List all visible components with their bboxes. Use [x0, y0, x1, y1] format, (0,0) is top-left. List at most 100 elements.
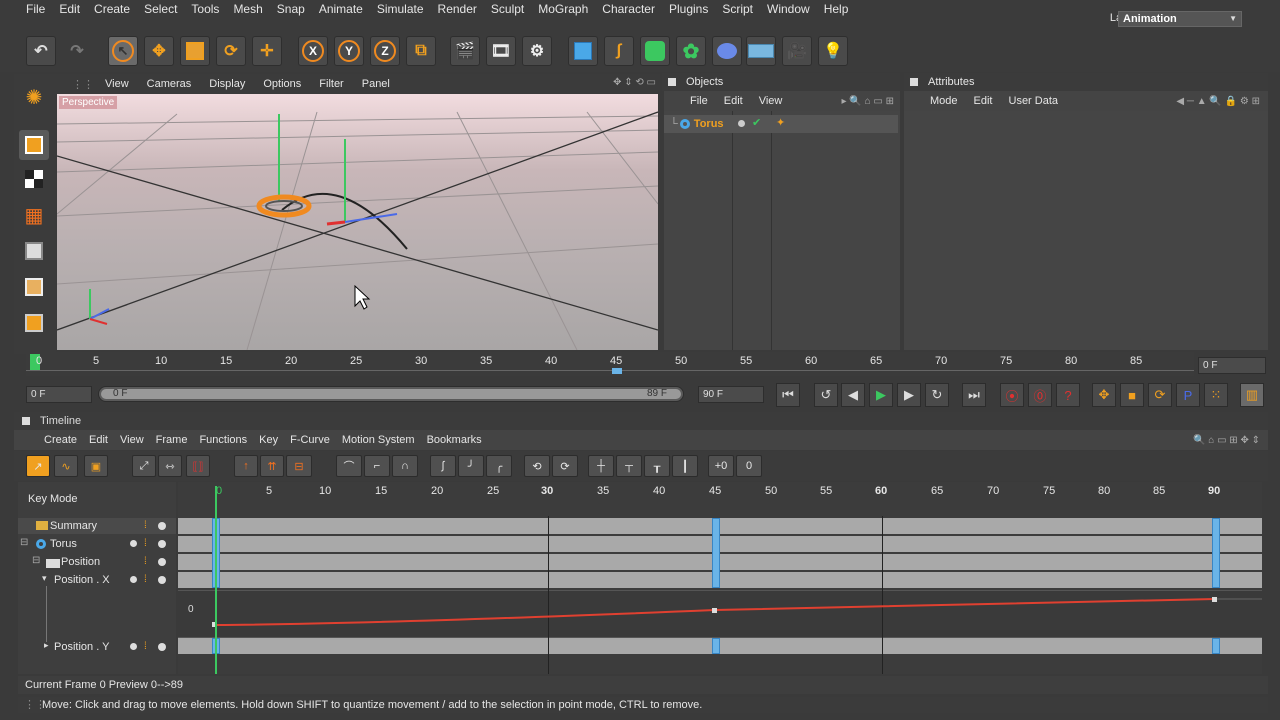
menu-animate[interactable]: Animate	[312, 0, 370, 28]
collapse-icon[interactable]: ⊟	[20, 537, 28, 548]
tl-menu-view[interactable]: View	[114, 430, 150, 450]
attr-menu-mode[interactable]: Mode	[922, 91, 966, 111]
tl-menu-functions[interactable]: Functions	[193, 430, 253, 450]
track-dot-icon[interactable]	[158, 643, 166, 651]
record-parameter-button[interactable]: P	[1176, 383, 1200, 407]
frame-all-button[interactable]: ⤢	[132, 455, 156, 477]
end-frame-field[interactable]: 90 F	[698, 386, 764, 403]
keyframe-summary-45[interactable]	[712, 518, 720, 588]
deformer-button[interactable]	[712, 36, 742, 66]
zero-angle-button[interactable]: 0	[736, 455, 762, 477]
expand-arrow-icon[interactable]: ▸	[44, 640, 49, 651]
polygons-mode-button[interactable]	[19, 308, 49, 338]
menu-sculpt[interactable]: Sculpt	[484, 0, 531, 28]
spline-ease-button[interactable]: ⌒	[336, 455, 362, 477]
vp-menu-filter[interactable]: Filter	[310, 74, 352, 94]
go-to-start-button[interactable]: ⏮	[776, 383, 800, 407]
autokeying-button[interactable]: ⓪	[1028, 383, 1052, 407]
tangent-flat-button[interactable]: ┬	[616, 455, 642, 477]
add-keys-button[interactable]: ⇈	[260, 455, 284, 477]
make-editable-button[interactable]: ✺	[19, 82, 49, 112]
next-frame-button[interactable]: ▶	[897, 383, 921, 407]
vp-menu-view[interactable]: View	[96, 74, 138, 94]
transform-tool-button[interactable]: ✛	[252, 36, 282, 66]
attr-menu-user-data[interactable]: User Data	[1001, 91, 1067, 111]
menu-mesh[interactable]: Mesh	[226, 0, 269, 28]
vp-menu-panel[interactable]: Panel	[353, 74, 399, 94]
enabled-check-icon[interactable]: ✔	[752, 116, 761, 129]
position-x-track[interactable]	[178, 572, 1262, 588]
menu-snap[interactable]: Snap	[270, 0, 312, 28]
menu-mograph[interactable]: MoGraph	[531, 0, 595, 28]
redo-button[interactable]: ↷	[62, 36, 92, 66]
spline-button[interactable]: ∫	[604, 36, 634, 66]
menu-plugins[interactable]: Plugins	[662, 0, 715, 28]
go-to-end-button[interactable]: ⏭	[962, 383, 986, 407]
ease-ease-button[interactable]: ╭	[486, 455, 512, 477]
z-axis-button[interactable]: Z	[370, 36, 400, 66]
tl-menu-fcurve[interactable]: F-Curve	[284, 430, 336, 450]
menu-window[interactable]: Window	[760, 0, 817, 28]
torus-track[interactable]	[178, 536, 1262, 552]
record-point-level-button[interactable]: ⁙	[1204, 383, 1228, 407]
record-rotation-button[interactable]: ⟳	[1148, 383, 1172, 407]
ease-in-button[interactable]: ∫	[430, 455, 456, 477]
vp-menu-display[interactable]: Display	[200, 74, 254, 94]
tl-menu-key[interactable]: Key	[253, 430, 284, 450]
motion-mode-button[interactable]: ▣	[84, 455, 108, 477]
animation-tag-icon[interactable]: ✦	[776, 116, 785, 129]
vp-menu-options[interactable]: Options	[254, 74, 310, 94]
tl-menu-motion-system[interactable]: Motion System	[336, 430, 421, 450]
collapse-icon[interactable]: ⊟	[32, 555, 40, 566]
record-position-button[interactable]: ✥	[1092, 383, 1116, 407]
delete-keys-button[interactable]: ⊟	[286, 455, 312, 477]
menu-select[interactable]: Select	[137, 0, 184, 28]
obj-menu-edit[interactable]: Edit	[716, 91, 751, 111]
texture-mode-button[interactable]	[19, 164, 49, 194]
tl-menu-edit[interactable]: Edit	[83, 430, 114, 450]
ease-out-button[interactable]: ╯	[458, 455, 484, 477]
keyframe-y-90[interactable]	[1212, 638, 1220, 654]
x-axis-button[interactable]: X	[298, 36, 328, 66]
menu-character[interactable]: Character	[595, 0, 662, 28]
camera-button[interactable]: 🎥	[782, 36, 812, 66]
track-dot-icon[interactable]	[130, 576, 137, 583]
tangent-zero-button[interactable]: ⟲	[524, 455, 550, 477]
expand-arrow-icon[interactable]: ▾	[42, 573, 47, 584]
menu-edit[interactable]: Edit	[52, 0, 87, 28]
scale-tool-button[interactable]	[180, 36, 210, 66]
step-button[interactable]: ∩	[392, 455, 418, 477]
menu-file[interactable]: File	[19, 0, 52, 28]
array-button[interactable]: ✿	[676, 36, 706, 66]
vp-menu-cameras[interactable]: Cameras	[138, 74, 201, 94]
workplane-mode-button[interactable]: ▦	[19, 200, 49, 230]
menu-render[interactable]: Render	[431, 0, 484, 28]
frame-ruler[interactable]: 0 5 10 15 20 25 30 35 40 45 50 55 60 65 …	[26, 352, 1194, 376]
start-frame-field[interactable]: 0 F	[26, 386, 92, 403]
layer-dot-icon[interactable]	[738, 120, 745, 127]
menu-simulate[interactable]: Simulate	[370, 0, 431, 28]
menu-create[interactable]: Create	[87, 0, 137, 28]
points-mode-button[interactable]	[19, 236, 49, 266]
summary-track[interactable]	[178, 518, 1262, 534]
edges-mode-button[interactable]	[19, 272, 49, 302]
playhead-line[interactable]	[215, 486, 217, 674]
light-button[interactable]: 💡	[818, 36, 848, 66]
live-selection-button[interactable]: ↖	[108, 36, 138, 66]
render-picture-viewer-button[interactable]: 🎞	[486, 36, 516, 66]
tangent-auto-button[interactable]: ┰	[644, 455, 670, 477]
tangent-break-button[interactable]: ⟳	[552, 455, 578, 477]
menu-script[interactable]: Script	[715, 0, 760, 28]
menu-help[interactable]: Help	[817, 0, 856, 28]
record-active-objects-button[interactable]: ⦿	[1000, 383, 1024, 407]
tl-menu-frame[interactable]: Frame	[150, 430, 194, 450]
zero-length-button[interactable]: +0	[708, 455, 734, 477]
tl-menu-bookmarks[interactable]: Bookmarks	[421, 430, 488, 450]
previous-key-button[interactable]: ↺	[814, 383, 838, 407]
track-dot-icon[interactable]	[130, 643, 137, 650]
tl-menu-create[interactable]: Create	[38, 430, 83, 450]
timeline-nav-icons[interactable]: 🔍 ⌂ ▭ ⊞ ✥ ⇕	[1193, 435, 1260, 446]
coordinate-system-button[interactable]: ⧉	[406, 36, 436, 66]
previous-frame-button[interactable]: ◀	[841, 383, 865, 407]
track-dot-icon[interactable]	[130, 540, 137, 547]
